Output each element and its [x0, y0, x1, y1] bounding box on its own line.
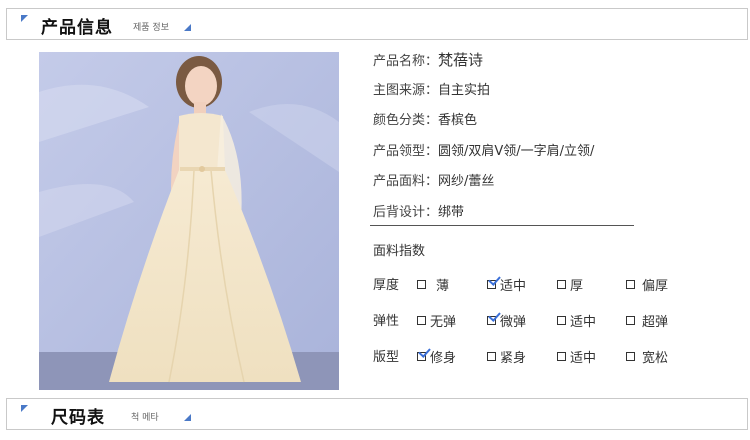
- product-info-list: 产品名称：梵蓓诗 主图来源：自主实拍 颜色分类：香槟色 产品领型：圆领/双肩V领…: [373, 48, 635, 231]
- option-label: 适中: [570, 314, 597, 330]
- checkbox-icon: [626, 279, 635, 289]
- fabric-row-label: 弹性: [373, 314, 400, 329]
- info-value: 梵蓓诗: [438, 51, 484, 69]
- fabric-row-label: 厚度: [373, 278, 400, 293]
- info-label: 产品领型：: [373, 143, 439, 159]
- option-thin[interactable]: 薄: [417, 274, 449, 294]
- checkbox-icon: [626, 351, 635, 361]
- option-label: 修身: [430, 350, 457, 366]
- divider: [370, 225, 634, 226]
- info-row-neckline: 产品领型：圆领/双肩V领/一字肩/立领/: [373, 140, 635, 171]
- option-label: 超弹: [642, 314, 669, 330]
- checkbox-icon: [557, 351, 566, 361]
- info-label: 产品名称：: [373, 54, 439, 69]
- option-medium[interactable]: 适中: [487, 272, 527, 294]
- info-value: 自主实拍: [438, 82, 491, 98]
- checkbox-icon: [557, 279, 566, 289]
- section-subtitle: 척 메타: [131, 413, 159, 423]
- option-very-thick[interactable]: 偏厚: [626, 274, 668, 294]
- option-label: 无弹: [430, 314, 457, 330]
- product-photo: [39, 52, 339, 390]
- option-label: 薄: [436, 278, 450, 294]
- checkbox-checked-icon: [487, 272, 501, 289]
- option-slim[interactable]: 修身: [417, 344, 457, 366]
- section-subtitle: 제품 정보: [133, 23, 169, 33]
- option-label: 微弹: [500, 314, 527, 330]
- checkbox-icon: [417, 279, 426, 289]
- section-title: 产品信息: [41, 18, 113, 38]
- corner-triangle-icon: [21, 405, 28, 412]
- info-row-source: 主图来源：自主实拍: [373, 79, 635, 110]
- info-value: 香槟色: [438, 113, 478, 128]
- checkbox-checked-icon: [417, 344, 431, 361]
- info-row-name: 产品名称：梵蓓诗: [373, 48, 635, 79]
- option-medium-stretch[interactable]: 适中: [557, 310, 596, 330]
- option-label: 紧身: [500, 350, 527, 366]
- info-label: 后背设计：: [373, 204, 439, 220]
- info-value: 绑带: [438, 204, 465, 220]
- fabric-row-label: 版型: [373, 350, 400, 365]
- info-label: 产品面料：: [373, 174, 439, 189]
- info-row-fabric: 产品面料：网纱/蕾丝: [373, 170, 635, 201]
- option-slight-stretch[interactable]: 微弹: [487, 308, 527, 330]
- info-value: 圆领/双肩V领/一字肩/立领/: [438, 143, 595, 159]
- checkbox-checked-icon: [487, 308, 501, 325]
- info-row-color: 颜色分类：香槟色: [373, 109, 635, 140]
- option-label: 偏厚: [642, 278, 669, 294]
- corner-triangle-icon: [184, 414, 191, 421]
- info-label: 主图来源：: [373, 82, 439, 98]
- option-super-stretch[interactable]: 超弹: [626, 310, 668, 330]
- option-tight[interactable]: 紧身: [487, 346, 526, 366]
- option-label: 适中: [500, 278, 527, 294]
- checkbox-icon: [487, 351, 496, 361]
- fabric-index-title: 面料指数: [373, 244, 426, 259]
- option-no-stretch[interactable]: 无弹: [417, 310, 456, 330]
- info-value: 网纱/蕾丝: [438, 174, 495, 189]
- section-header-product-info: 产品信息 제품 정보: [6, 8, 748, 40]
- checkbox-icon: [557, 315, 566, 325]
- option-loose[interactable]: 宽松: [626, 346, 668, 366]
- info-row-back-design: 后背设计：绑带: [373, 201, 635, 232]
- corner-triangle-icon: [21, 15, 28, 22]
- section-header-size-chart: 尺码表 척 메타: [6, 398, 748, 430]
- checkbox-icon: [626, 315, 635, 325]
- option-label: 厚: [570, 278, 584, 294]
- option-label: 适中: [570, 350, 597, 366]
- section-title: 尺码表: [51, 408, 105, 428]
- option-regular-fit[interactable]: 适中: [557, 346, 596, 366]
- option-thick[interactable]: 厚: [557, 274, 583, 294]
- info-label: 颜色分类：: [373, 113, 439, 128]
- corner-triangle-icon: [184, 24, 191, 31]
- checkbox-icon: [417, 315, 426, 325]
- option-label: 宽松: [642, 350, 669, 366]
